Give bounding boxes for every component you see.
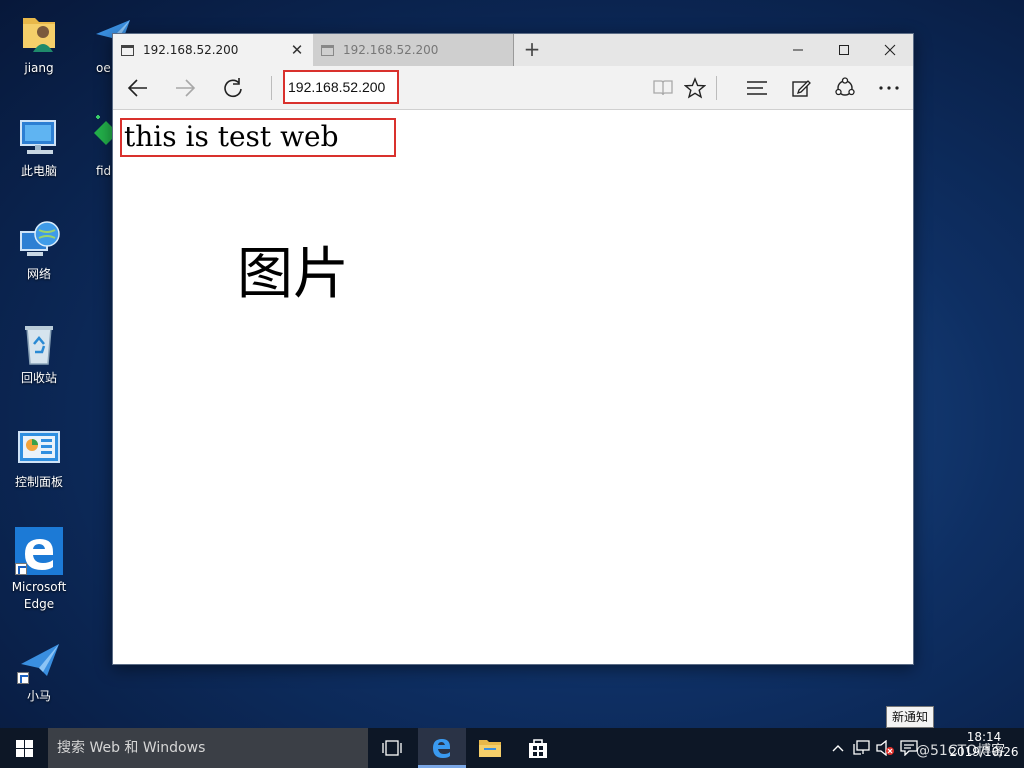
- title-bar: 192.168.52.200 ✕ 192.168.52.200 +: [113, 34, 913, 66]
- arrow-right-icon: [176, 79, 196, 97]
- taskbar-file-explorer-button[interactable]: [466, 728, 514, 768]
- paper-plane-icon: [17, 640, 61, 684]
- folder-icon: [479, 740, 501, 757]
- tab-title: 192.168.52.200: [343, 43, 439, 57]
- desktop-icon-jiang[interactable]: jiang: [1, 12, 77, 77]
- minimize-button[interactable]: [775, 34, 821, 66]
- reading-view-button[interactable]: [646, 72, 680, 104]
- desktop-icon-microsoft-edge[interactable]: Microsoft Edge: [1, 527, 77, 613]
- desktop-icon-label: jiang: [24, 61, 54, 75]
- desktop-icon-control-panel[interactable]: 控制面板: [1, 426, 77, 491]
- toolbar-divider: [716, 76, 717, 100]
- speaker-muted-icon: [876, 740, 894, 756]
- pen-note-icon: [792, 80, 811, 97]
- desktop-icon-label: 回收站: [20, 371, 57, 385]
- desktop-icon-label: fid: [96, 164, 112, 178]
- show-hidden-icons-button[interactable]: [828, 728, 848, 768]
- edge-icon: [433, 738, 450, 758]
- store-bag-icon: [529, 739, 547, 758]
- page-icon: [321, 44, 334, 56]
- desktop-icon-label: 小马: [26, 689, 51, 703]
- recycle-bin-icon: [17, 322, 61, 366]
- network-tray-button[interactable]: [851, 728, 873, 768]
- navigation-toolbar: 192.168.52.200: [113, 66, 913, 110]
- web-note-button[interactable]: [784, 72, 818, 104]
- desktop-icon-fid[interactable]: fid: [86, 115, 118, 180]
- taskbar: 搜索 Web 和 Windows 18:14 2019/10/26 @51CTO…: [0, 728, 1024, 768]
- network-monitor-icon: [853, 740, 870, 755]
- search-box[interactable]: 搜索 Web 和 Windows: [48, 728, 368, 768]
- share-icon: [835, 77, 855, 96]
- network-globe-icon: [17, 218, 61, 262]
- hub-button[interactable]: [740, 72, 774, 104]
- desktop-icon-label: 网络: [26, 267, 51, 281]
- refresh-button[interactable]: [216, 72, 250, 104]
- taskbar-store-button[interactable]: [514, 728, 562, 768]
- refresh-icon: [224, 78, 242, 98]
- tab-title: 192.168.52.200: [143, 43, 239, 57]
- page-body-text: this is test web: [120, 118, 396, 157]
- new-tab-button[interactable]: +: [515, 34, 549, 66]
- address-bar[interactable]: 192.168.52.200: [283, 70, 399, 104]
- star-icon: [684, 77, 706, 99]
- task-view-icon: [382, 740, 402, 756]
- page-icon: [121, 44, 134, 56]
- more-button[interactable]: [872, 72, 906, 104]
- chevron-up-icon: [832, 745, 844, 752]
- edge-icon: [15, 527, 63, 575]
- notification-tooltip: 新通知: [886, 706, 935, 728]
- desktop-icon-recycle-bin[interactable]: 回收站: [1, 322, 77, 387]
- page-content: this is test web 图片: [113, 111, 913, 664]
- maximize-icon: [839, 45, 849, 55]
- back-button[interactable]: [121, 72, 155, 104]
- close-icon: [884, 44, 896, 56]
- task-view-button[interactable]: [368, 728, 416, 768]
- share-button[interactable]: [828, 72, 862, 104]
- desktop-icon-this-pc[interactable]: 此电脑: [1, 115, 77, 180]
- book-icon: [653, 80, 673, 96]
- desktop-icon-xiaoma[interactable]: 小马: [1, 640, 77, 705]
- edge-browser-window: 192.168.52.200 ✕ 192.168.52.200 + 192.16…: [112, 33, 914, 665]
- taskbar-edge-button[interactable]: [418, 728, 466, 768]
- user-folder-icon: [17, 12, 61, 56]
- broken-image-alt-text: 图片: [237, 242, 349, 307]
- favorite-button[interactable]: [678, 72, 712, 104]
- control-panel-icon: [17, 426, 61, 470]
- desktop-icon-label: 此电脑: [20, 164, 57, 178]
- hub-lines-icon: [747, 81, 767, 95]
- desktop-icon-network[interactable]: 网络: [1, 218, 77, 283]
- shortcut-arrow-icon: [15, 563, 27, 575]
- maximize-button[interactable]: [821, 34, 867, 66]
- shortcut-arrow-icon: [17, 672, 29, 684]
- toolbar-divider: [271, 76, 272, 100]
- tab-divider: [513, 34, 514, 66]
- close-window-button[interactable]: [867, 34, 913, 66]
- desktop-icon-label: 控制面板: [14, 475, 63, 489]
- windows-logo-icon: [15, 739, 33, 757]
- forward-button[interactable]: [168, 72, 202, 104]
- volume-tray-button[interactable]: [874, 728, 896, 768]
- tab-inactive[interactable]: 192.168.52.200: [313, 34, 513, 66]
- arrow-left-icon: [127, 79, 147, 97]
- minimize-icon: [793, 49, 803, 51]
- close-tab-icon[interactable]: ✕: [289, 42, 305, 58]
- tab-active[interactable]: 192.168.52.200 ✕: [113, 34, 313, 66]
- watermark-text: @51CTO博客: [916, 743, 1006, 759]
- computer-icon: [17, 115, 61, 159]
- ellipsis-icon: [879, 86, 899, 90]
- desktop-icon-label: Microsoft Edge: [11, 580, 67, 611]
- start-button[interactable]: [0, 728, 48, 768]
